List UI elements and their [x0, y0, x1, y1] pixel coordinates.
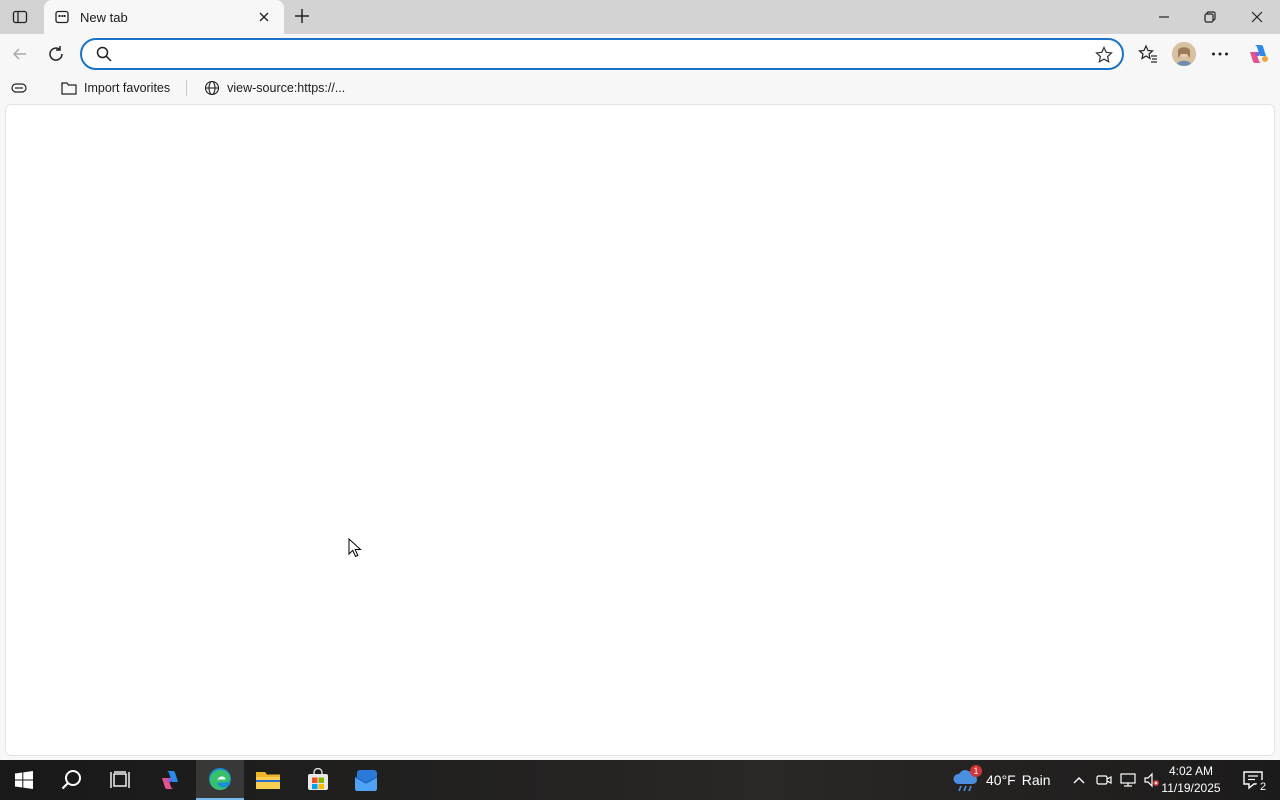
search-icon: [96, 46, 112, 62]
clock-time: 4:02 AM: [1168, 764, 1214, 778]
favorites-list-icon: [1138, 44, 1157, 63]
windows-logo-icon: [15, 771, 33, 789]
edge-browser-icon: [209, 768, 231, 790]
copilot-taskbar-button[interactable]: [146, 760, 194, 800]
close-icon: [259, 12, 269, 22]
folder-icon: [256, 772, 280, 789]
tray-overflow-button[interactable]: [1070, 776, 1088, 784]
new-tab-page-icon: [54, 9, 70, 25]
outlook-mail-icon: [354, 770, 378, 791]
search-icon: [61, 770, 81, 790]
weather-alert-badge: 1: [970, 765, 982, 777]
minimize-button[interactable]: [1141, 0, 1187, 34]
mouse-cursor-icon: [348, 538, 362, 558]
weather-widget[interactable]: 1 40°F Rain: [952, 760, 1051, 800]
search-taskbar-button[interactable]: [48, 760, 96, 800]
start-button[interactable]: [0, 760, 48, 800]
restore-button[interactable]: [1187, 0, 1233, 34]
import-icon: [60, 79, 78, 97]
task-view-icon: [110, 771, 130, 788]
restore-icon: [1204, 11, 1216, 23]
chevron-up-icon: [1073, 777, 1085, 784]
globe-icon: [203, 79, 221, 97]
taskbar: 1 40°F Rain 4:02 AM 11/19/2025 2: [0, 760, 1280, 800]
page-content[interactable]: [5, 104, 1275, 756]
favorite-star-button[interactable]: [1094, 45, 1114, 65]
favorites-bar: Import favorites view-source:https://...: [0, 74, 1280, 102]
weather-temp: 40°F: [986, 772, 1016, 788]
view-source-favorite[interactable]: view-source:https://...: [197, 76, 351, 100]
import-favorites-link[interactable]: Import favorites: [54, 76, 176, 100]
notification-count: 2: [1256, 780, 1270, 794]
tab-actions-button[interactable]: [6, 4, 34, 30]
refresh-button[interactable]: [42, 40, 70, 68]
favorites-button[interactable]: [1134, 40, 1162, 68]
system-clock[interactable]: 4:02 AM 11/19/2025: [1156, 763, 1226, 797]
task-view-button[interactable]: [96, 760, 144, 800]
minimize-icon: [1159, 16, 1169, 18]
file-explorer-button[interactable]: [244, 760, 292, 800]
profile-button[interactable]: [1170, 40, 1198, 68]
edge-taskbar-button[interactable]: [196, 760, 244, 800]
tab-strip: New tab: [0, 0, 1280, 34]
plus-icon: [295, 9, 309, 23]
content-area: [0, 102, 1280, 760]
tab-actions-icon: [12, 10, 28, 24]
copilot-icon: [162, 771, 178, 789]
back-button[interactable]: [6, 40, 34, 68]
meet-now-icon[interactable]: [1092, 772, 1116, 788]
favorites-divider: [186, 80, 188, 96]
address-bar[interactable]: [80, 38, 1124, 70]
refresh-icon: [49, 46, 63, 61]
settings-more-button[interactable]: [1206, 40, 1234, 68]
new-tab-button[interactable]: [290, 4, 314, 28]
weather-rain-icon: 1: [952, 765, 982, 792]
more-dots-icon: [1212, 52, 1228, 56]
store-icon: [308, 768, 328, 790]
copilot-icon: [1250, 45, 1268, 63]
outlook-button[interactable]: [342, 760, 390, 800]
close-window-button[interactable]: [1234, 0, 1280, 34]
browser-toolbar: [0, 34, 1280, 74]
fav-label: view-source:https://...: [227, 81, 346, 95]
favorites-bar-toggle-icon: [10, 79, 28, 97]
fav-label: Import favorites: [84, 81, 171, 95]
microsoft-store-button[interactable]: [294, 760, 342, 800]
avatar: [1172, 42, 1196, 66]
favorites-menu-button[interactable]: [4, 76, 40, 100]
star-icon: [1095, 46, 1113, 63]
network-icon[interactable]: [1116, 772, 1140, 788]
tab-title: New tab: [80, 9, 128, 25]
system-tray: [1070, 760, 1164, 800]
close-icon: [1251, 11, 1263, 23]
tab-new-tab[interactable]: New tab: [44, 0, 284, 34]
tab-close-button[interactable]: [254, 7, 274, 27]
notification-center-button[interactable]: 2: [1242, 770, 1270, 794]
clock-date: 11/19/2025: [1161, 781, 1221, 795]
address-input[interactable]: [124, 42, 1122, 66]
arrow-left-icon: [12, 48, 26, 60]
weather-condition: Rain: [1021, 772, 1051, 788]
copilot-button[interactable]: [1244, 40, 1272, 68]
